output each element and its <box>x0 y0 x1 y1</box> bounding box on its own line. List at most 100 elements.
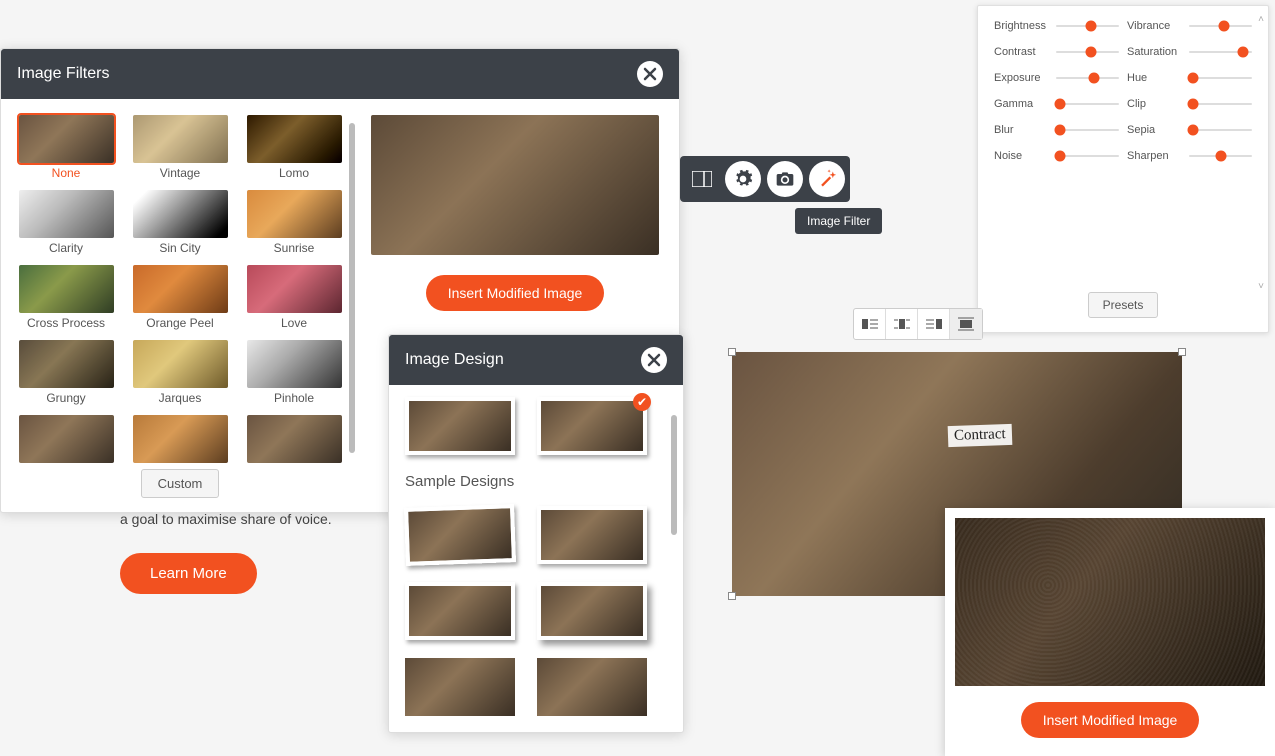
design-option-selected[interactable] <box>537 397 647 455</box>
slider-track[interactable] <box>1056 103 1119 105</box>
filter-thumb <box>19 190 114 238</box>
filter-option-jarques[interactable]: Jarques <box>129 340 231 411</box>
slider-gamma: Gamma <box>994 98 1119 110</box>
slider-blur: Blur <box>994 124 1119 136</box>
align-justify-icon[interactable] <box>950 309 982 339</box>
filter-option-vintage[interactable]: Vintage <box>129 115 231 186</box>
slider-track[interactable] <box>1189 103 1252 105</box>
image-float-toolbar <box>680 156 850 202</box>
filter-thumb <box>133 190 228 238</box>
filter-option-none[interactable]: None <box>15 115 117 186</box>
close-icon[interactable] <box>641 347 667 373</box>
insert-modified-button[interactable]: Insert Modified Image <box>426 275 605 311</box>
layout-icon[interactable] <box>685 161 719 197</box>
filter-thumb <box>19 415 114 463</box>
gear-icon[interactable] <box>725 161 761 197</box>
slider-hue: Hue <box>1127 72 1252 84</box>
slider-track[interactable] <box>1056 77 1119 79</box>
slider-vibrance: Vibrance <box>1127 20 1252 32</box>
filter-option-lomo[interactable]: Lomo <box>243 115 345 186</box>
align-toolbar <box>853 308 983 340</box>
design-option[interactable] <box>405 397 515 455</box>
slider-thumb[interactable] <box>1085 21 1096 32</box>
sample-design[interactable] <box>405 582 515 640</box>
slider-label: Sepia <box>1127 124 1183 136</box>
filter-option-clarity[interactable]: Clarity <box>15 190 117 261</box>
sample-design[interactable] <box>537 658 647 716</box>
slider-thumb[interactable] <box>1187 125 1198 136</box>
slider-track[interactable] <box>1189 77 1252 79</box>
slider-thumb[interactable] <box>1054 151 1065 162</box>
slider-track[interactable] <box>1056 25 1119 27</box>
insert-modified-button[interactable]: Insert Modified Image <box>1021 702 1200 738</box>
slider-saturation: Saturation <box>1127 46 1252 58</box>
filter-option-cross-process[interactable]: Cross Process <box>15 265 117 336</box>
slider-thumb[interactable] <box>1237 47 1248 58</box>
filter-option-sin-city[interactable]: Sin City <box>129 190 231 261</box>
filter-option-partial[interactable] <box>129 415 231 463</box>
presets-button[interactable]: Presets <box>1088 292 1159 318</box>
camera-icon[interactable] <box>767 161 803 197</box>
slider-label: Contrast <box>994 46 1050 58</box>
sample-design[interactable] <box>537 582 647 640</box>
magic-wand-icon[interactable] <box>809 161 845 197</box>
slider-thumb[interactable] <box>1215 151 1226 162</box>
slider-thumb[interactable] <box>1187 99 1198 110</box>
image-filter-tooltip: Image Filter <box>795 208 882 234</box>
sample-design[interactable] <box>537 506 647 564</box>
close-icon[interactable] <box>637 61 663 87</box>
filter-option-orange-peel[interactable]: Orange Peel <box>129 265 231 336</box>
align-left-icon[interactable] <box>854 309 886 339</box>
slider-track[interactable] <box>1056 129 1119 131</box>
slider-thumb[interactable] <box>1054 99 1065 110</box>
slider-thumb[interactable] <box>1187 73 1198 84</box>
filter-option-pinhole[interactable]: Pinhole <box>243 340 345 411</box>
filters-title: Image Filters <box>17 65 109 83</box>
filter-option-sunrise[interactable]: Sunrise <box>243 190 345 261</box>
filter-label: Jarques <box>129 391 231 405</box>
resize-handle-tl[interactable] <box>728 348 736 356</box>
filter-thumb <box>133 265 228 313</box>
filter-thumb <box>247 115 342 163</box>
filter-option-partial[interactable] <box>15 415 117 463</box>
chevron-down-icon[interactable]: ˅ <box>1258 281 1264 292</box>
filter-preview-image <box>371 115 659 255</box>
filters-scrollbar[interactable] <box>349 123 355 453</box>
learn-more-button[interactable]: Learn More <box>120 553 257 594</box>
slider-contrast: Contrast <box>994 46 1119 58</box>
design-scrollbar[interactable] <box>671 415 677 535</box>
slider-track[interactable] <box>1056 155 1119 157</box>
filter-label: Grungy <box>15 391 117 405</box>
slider-track[interactable] <box>1189 129 1252 131</box>
filter-thumb <box>133 340 228 388</box>
slider-track[interactable] <box>1189 51 1252 53</box>
custom-filter-button[interactable]: Custom <box>141 469 220 498</box>
slider-thumb[interactable] <box>1088 73 1099 84</box>
slider-label: Vibrance <box>1127 20 1183 32</box>
slider-track[interactable] <box>1189 155 1252 157</box>
align-right-icon[interactable] <box>918 309 950 339</box>
filter-label: None <box>15 166 117 180</box>
slider-noise: Noise <box>994 150 1119 162</box>
resize-handle-tr[interactable] <box>1178 348 1186 356</box>
resize-handle-bl[interactable] <box>728 592 736 600</box>
align-center-icon[interactable] <box>886 309 918 339</box>
filter-label: Orange Peel <box>129 316 231 330</box>
filter-option-grungy[interactable]: Grungy <box>15 340 117 411</box>
chevron-up-icon[interactable]: ˄ <box>1258 14 1264 25</box>
filter-label: Lomo <box>243 166 345 180</box>
slider-track[interactable] <box>1056 51 1119 53</box>
filter-thumb <box>247 265 342 313</box>
slider-thumb[interactable] <box>1085 47 1096 58</box>
slider-thumb[interactable] <box>1218 21 1229 32</box>
modified-preview-image <box>955 518 1265 686</box>
slider-brightness: Brightness <box>994 20 1119 32</box>
sample-design[interactable] <box>405 658 515 716</box>
filter-option-love[interactable]: Love <box>243 265 345 336</box>
sample-design[interactable] <box>404 504 516 566</box>
filter-option-partial[interactable] <box>243 415 345 463</box>
slider-clip: Clip <box>1127 98 1252 110</box>
slider-thumb[interactable] <box>1054 125 1065 136</box>
slider-track[interactable] <box>1189 25 1252 27</box>
slider-label: Saturation <box>1127 46 1183 58</box>
